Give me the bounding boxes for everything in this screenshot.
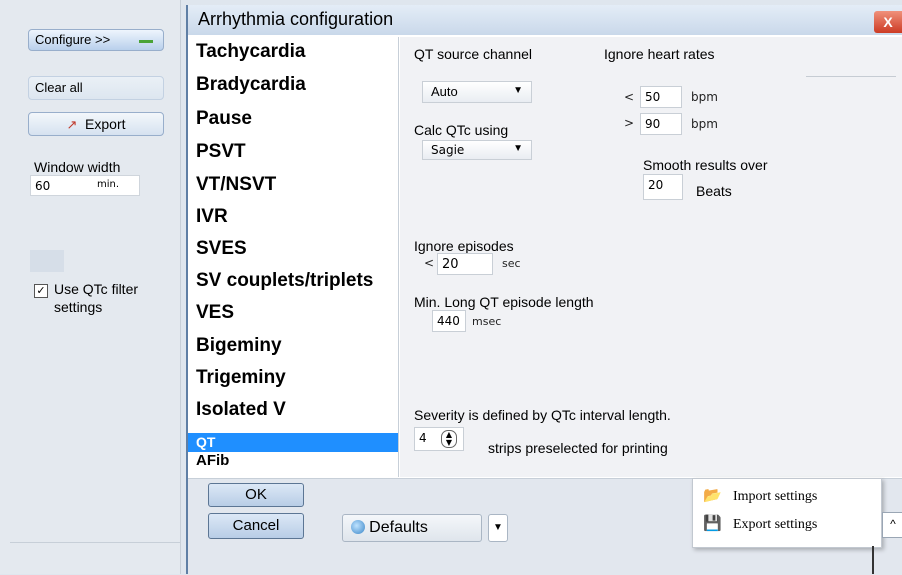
- window-width-input[interactable]: 60 min.: [30, 175, 140, 196]
- clear-all-label: Clear all: [35, 80, 83, 95]
- min-long-qt-value: 440: [437, 314, 460, 328]
- sidebar-placeholder-box: [30, 250, 64, 272]
- smooth-label: Smooth results over: [643, 157, 768, 173]
- configure-button[interactable]: Configure >>: [28, 29, 164, 51]
- hr-low-input[interactable]: 50: [640, 86, 682, 108]
- qt-settings-panel: QT source channel Auto ▼ Calc QTc using …: [400, 37, 902, 477]
- export-settings-item[interactable]: 💾 Export settings: [693, 512, 879, 538]
- sidebar-divider: [10, 542, 180, 543]
- hr-high-value: 90: [645, 117, 661, 131]
- smooth-input[interactable]: 20: [643, 174, 683, 200]
- strips-label: strips preselected for printing: [488, 440, 668, 456]
- hr-low-value: 50: [645, 90, 661, 104]
- qt-source-value: Auto: [431, 84, 458, 99]
- ignore-episodes-label: Ignore episodes: [414, 238, 514, 254]
- list-item[interactable]: Trigeminy: [196, 367, 286, 389]
- strips-stepper[interactable]: 4 ▲ ▼: [414, 427, 464, 451]
- bpm-unit-low: bpm: [691, 90, 718, 104]
- sec-unit: sec: [502, 257, 521, 270]
- export-settings-label: Export settings: [733, 517, 818, 532]
- ok-button[interactable]: OK: [208, 483, 304, 507]
- greater-than-symbol: >: [624, 116, 635, 130]
- import-settings-item[interactable]: 📂 Import settings: [693, 484, 879, 510]
- scroll-edge-line: [872, 546, 874, 574]
- list-item[interactable]: Bradycardia: [196, 74, 306, 96]
- min-long-qt-label: Min. Long QT episode length: [414, 294, 594, 310]
- list-item[interactable]: SV couplets/triplets: [196, 270, 373, 292]
- calc-qtc-label: Calc QTc using: [414, 122, 509, 138]
- chevron-down-icon: ▼: [513, 143, 523, 154]
- clear-all-button[interactable]: Clear all: [28, 76, 164, 100]
- arrhythmia-list[interactable]: Tachycardia Bradycardia Pause PSVT VT/NS…: [188, 37, 399, 477]
- list-item[interactable]: Isolated V: [196, 399, 286, 421]
- floppy-disk-icon: 💾: [703, 515, 722, 532]
- less-than-symbol-episodes: <: [424, 256, 435, 270]
- ok-label: OK: [245, 486, 267, 503]
- defaults-dropdown-button[interactable]: ▼: [488, 514, 508, 542]
- list-item[interactable]: PSVT: [196, 141, 246, 163]
- hr-high-input[interactable]: 90: [640, 113, 682, 135]
- list-item[interactable]: AFib: [196, 452, 229, 469]
- export-button[interactable]: ↗ Export: [28, 112, 164, 136]
- settings-menu: 📂 Import settings 💾 Export settings: [692, 478, 882, 548]
- window-width-label: Window width: [34, 159, 121, 175]
- green-dash-icon: [139, 40, 153, 43]
- qtc-filter-label-1: Use QTc filter: [54, 281, 139, 297]
- ignore-episodes-value: 20: [442, 257, 459, 272]
- list-item-selected[interactable]: QT: [188, 433, 398, 452]
- globe-icon: [351, 520, 365, 534]
- window-width-unit: min.: [97, 179, 120, 190]
- msec-unit: msec: [472, 315, 502, 328]
- list-item[interactable]: SVES: [196, 238, 247, 260]
- close-icon: X: [883, 14, 893, 30]
- defaults-button[interactable]: Defaults: [342, 514, 482, 542]
- title-bar: Arrhythmia configuration X: [188, 5, 902, 35]
- cancel-button[interactable]: Cancel: [208, 513, 304, 539]
- calc-qtc-select[interactable]: Sagie ▼: [422, 140, 532, 160]
- list-item[interactable]: VT/NSVT: [196, 174, 276, 196]
- qt-source-select[interactable]: Auto ▼: [422, 81, 532, 103]
- list-item[interactable]: VES: [196, 302, 234, 324]
- severity-label: Severity is defined by QTc interval leng…: [414, 407, 671, 423]
- chevron-down-icon: ▼: [493, 522, 503, 533]
- list-item[interactable]: Pause: [196, 108, 252, 130]
- chevron-down-icon: ▼: [513, 85, 523, 96]
- min-long-qt-input[interactable]: 440: [432, 310, 466, 332]
- export-label: Export: [85, 116, 126, 132]
- ignore-episodes-input[interactable]: 20: [437, 253, 493, 275]
- dialog-title: Arrhythmia configuration: [198, 9, 394, 29]
- cancel-label: Cancel: [232, 517, 280, 534]
- left-panel: Configure >> Clear all ↗ Export Window w…: [0, 0, 181, 574]
- list-item[interactable]: Tachycardia: [196, 41, 305, 63]
- collapse-chevron-icon[interactable]: ^: [882, 512, 902, 538]
- smooth-value: 20: [648, 178, 664, 192]
- list-item[interactable]: Bigeminy: [196, 335, 282, 357]
- calc-qtc-value: Sagie: [431, 143, 465, 157]
- defaults-label: Defaults: [369, 519, 428, 536]
- configure-label: Configure >>: [35, 32, 111, 47]
- list-item[interactable]: IVR: [196, 206, 228, 228]
- window-width-value: 60: [35, 179, 51, 193]
- spinner-icon[interactable]: ▲ ▼: [441, 430, 457, 448]
- close-button[interactable]: X: [874, 11, 902, 33]
- export-icon: ↗: [66, 117, 78, 132]
- separator-line: [806, 76, 896, 77]
- import-settings-label: Import settings: [733, 489, 818, 504]
- beats-label: Beats: [696, 183, 732, 199]
- bpm-unit-high: bpm: [691, 117, 718, 131]
- ignore-hr-label: Ignore heart rates: [604, 46, 715, 62]
- less-than-symbol: <: [624, 90, 635, 104]
- strips-value: 4: [419, 431, 427, 445]
- folder-open-icon: 📂: [703, 487, 722, 504]
- qt-source-label: QT source channel: [414, 46, 533, 62]
- qtc-filter-label-2: settings: [54, 299, 103, 315]
- qtc-filter-checkbox[interactable]: ✓: [34, 284, 48, 298]
